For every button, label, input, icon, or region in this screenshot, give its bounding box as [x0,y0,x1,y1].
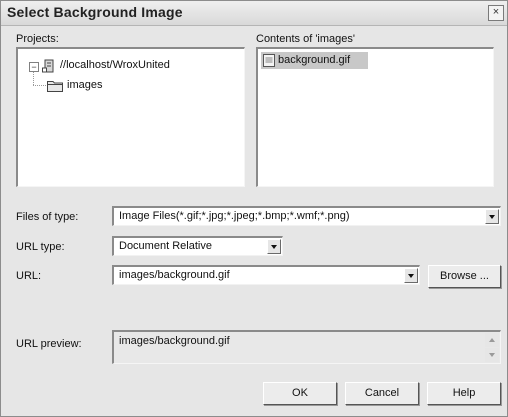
file-item-background-gif[interactable]: background.gif [261,52,368,69]
tree-item-images[interactable]: images [67,79,102,91]
tree-collapse-icon[interactable]: − [29,62,39,72]
scroll-up-icon[interactable] [485,333,499,347]
contents-list[interactable]: background.gif [256,47,494,187]
url-value: images/background.gif [119,269,230,281]
url-type-select[interactable]: Document Relative [112,236,283,256]
url-type-value: Document Relative [119,240,212,252]
chevron-down-icon[interactable] [485,209,499,224]
url-type-label: URL type: [16,241,65,253]
contents-label: Contents of 'images' [256,33,355,45]
server-icon [42,59,54,73]
file-icon [263,54,275,67]
scroll-down-icon[interactable] [485,348,499,362]
folder-icon [47,81,63,92]
projects-tree[interactable]: − //localhost/WroxUnited images [16,47,245,187]
tree-connector [33,72,34,85]
select-background-image-dialog: Select Background Image × Projects: − //… [0,0,508,417]
dialog-title: Select Background Image [7,4,183,20]
cancel-button[interactable]: Cancel [345,382,419,405]
projects-label: Projects: [16,33,59,45]
files-of-type-value: Image Files(*.gif;*.jpg;*.jpeg;*.bmp;*.w… [119,210,350,222]
url-input[interactable]: images/background.gif [112,265,420,285]
url-label: URL: [16,270,42,282]
url-preview-box: images/background.gif [112,330,501,364]
files-of-type-select[interactable]: Image Files(*.gif;*.jpg;*.jpeg;*.bmp;*.w… [112,206,501,226]
title-bar[interactable]: Select Background Image × [1,1,507,26]
url-preview-value: images/background.gif [119,335,230,347]
browse-button[interactable]: Browse ... [428,265,501,288]
chevron-down-icon[interactable] [404,268,418,283]
close-icon[interactable]: × [488,5,504,21]
chevron-down-icon[interactable] [267,239,281,254]
tree-item-localhost[interactable]: //localhost/WroxUnited [60,59,170,71]
files-of-type-label: Files of type: [16,211,79,223]
file-name: background.gif [278,54,351,66]
ok-button[interactable]: OK [263,382,337,405]
help-button[interactable]: Help [427,382,501,405]
url-preview-label: URL preview: [16,338,82,350]
tree-connector [33,85,46,86]
